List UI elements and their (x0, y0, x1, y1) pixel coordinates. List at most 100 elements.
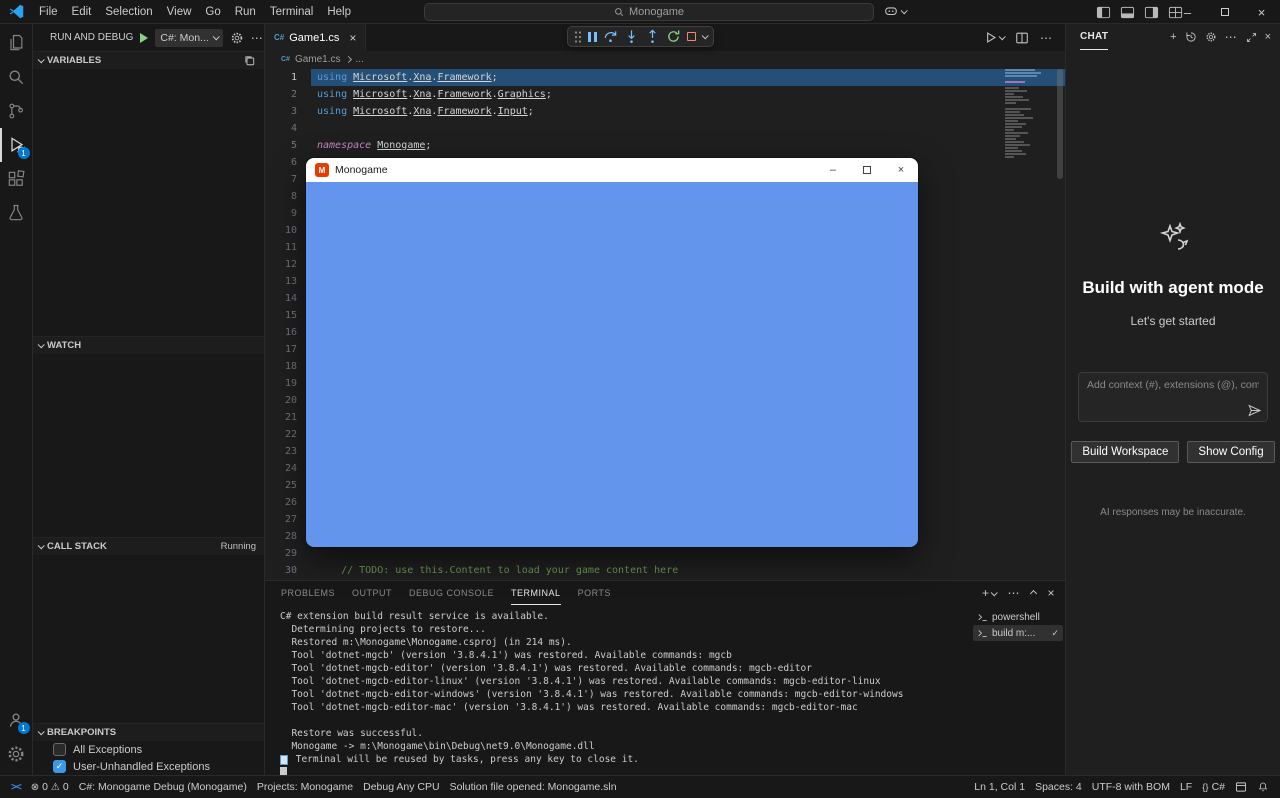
line-number[interactable]: 2 (265, 86, 297, 103)
activity-testing[interactable] (0, 196, 33, 230)
indentation-status[interactable]: Spaces: 4 (1030, 781, 1087, 793)
line-number[interactable]: 30 (265, 562, 297, 579)
run-file-button[interactable] (984, 31, 1004, 44)
more-actions-icon[interactable]: ⋯ (251, 31, 264, 45)
settings-button[interactable] (0, 737, 33, 771)
breakpoints-section-header[interactable]: BREAKPOINTS (33, 723, 264, 741)
close-tab-icon[interactable]: × (349, 31, 356, 45)
call-stack-body[interactable] (33, 555, 264, 723)
debug-config-dropdown[interactable]: C#: Mon... (155, 29, 222, 47)
code-line[interactable]: // TODO: use this.Content to load your g… (311, 562, 1065, 579)
line-number[interactable]: 13 (265, 273, 297, 290)
line-number[interactable]: 11 (265, 239, 297, 256)
line-number[interactable]: 3 (265, 103, 297, 120)
watch-section-header[interactable]: WATCH (33, 336, 264, 354)
activity-run-debug[interactable]: 1 (0, 128, 33, 162)
close-button[interactable]: × (1243, 0, 1280, 24)
gutter[interactable]: 1234567891011121314151617181920212223242… (265, 67, 311, 580)
menu-selection[interactable]: Selection (98, 0, 159, 24)
call-stack-section-header[interactable]: CALL STACK Running (33, 537, 264, 555)
code-line[interactable]: namespace Monogame; (311, 137, 1065, 154)
chat-input[interactable]: Add context (#), extensions (@), command (1078, 372, 1268, 422)
maximize-panel-icon[interactable] (1030, 589, 1037, 596)
breakpoint-checkbox[interactable]: ✓ (53, 760, 66, 773)
line-number[interactable]: 25 (265, 477, 297, 494)
send-icon[interactable] (1248, 404, 1261, 417)
line-number[interactable]: 20 (265, 392, 297, 409)
menu-file[interactable]: File (32, 0, 65, 24)
game-close-button[interactable]: × (884, 158, 918, 182)
line-number[interactable]: 1 (265, 69, 297, 86)
line-number[interactable]: 21 (265, 409, 297, 426)
activity-extensions[interactable] (0, 162, 33, 196)
debug-target-status[interactable]: C#: Monogame Debug (Monogame) (74, 781, 252, 793)
line-number[interactable]: 22 (265, 426, 297, 443)
notifications-bell-icon[interactable] (1252, 781, 1274, 793)
minimap[interactable] (1005, 69, 1053, 159)
start-debug-button[interactable] (140, 33, 148, 43)
terminal-process-item[interactable]: powershell (973, 609, 1063, 625)
menu-terminal[interactable]: Terminal (263, 0, 320, 24)
line-number[interactable]: 12 (265, 256, 297, 273)
solution-status[interactable]: Solution file opened: Monogame.sln (445, 781, 622, 793)
line-number[interactable]: 7 (265, 171, 297, 188)
maximize-button[interactable] (1206, 0, 1243, 24)
variables-body[interactable] (33, 69, 264, 336)
monogame-window[interactable]: M Monogame – × (306, 158, 918, 547)
line-number[interactable]: 9 (265, 205, 297, 222)
line-number[interactable]: 19 (265, 375, 297, 392)
misc-status-icon[interactable] (1230, 781, 1252, 793)
stop-button[interactable] (687, 32, 696, 41)
menu-view[interactable]: View (160, 0, 199, 24)
line-number[interactable]: 28 (265, 528, 297, 545)
remote-indicator[interactable]: >< (6, 782, 26, 793)
terminal-output[interactable]: C# extension build result service is ava… (265, 605, 973, 775)
line-number[interactable]: 29 (265, 545, 297, 562)
pause-button[interactable] (588, 32, 597, 42)
problems-status[interactable]: ⊗0 ⚠0 (26, 781, 74, 793)
line-number[interactable]: 27 (265, 511, 297, 528)
expand-icon[interactable] (1246, 32, 1257, 43)
chat-tab[interactable]: CHAT (1080, 24, 1108, 50)
more-actions-icon[interactable]: ⋯ (1007, 586, 1020, 600)
split-editor-icon[interactable] (1015, 31, 1029, 45)
gear-icon[interactable] (1205, 31, 1217, 43)
tab-game1cs[interactable]: C# Game1.cs × (265, 24, 366, 51)
minimize-button[interactable]: – (1169, 0, 1206, 24)
build-workspace-button[interactable]: Build Workspace (1071, 441, 1179, 463)
panel-tab-debug-console[interactable]: DEBUG CONSOLE (409, 581, 494, 605)
code-line[interactable]: using Microsoft.Xna.Framework; (311, 69, 1065, 86)
activity-source-control[interactable] (0, 94, 33, 128)
menu-go[interactable]: Go (198, 0, 227, 24)
eol-status[interactable]: LF (1175, 781, 1197, 793)
line-number[interactable]: 15 (265, 307, 297, 324)
line-number[interactable]: 4 (265, 120, 297, 137)
code-line[interactable] (311, 120, 1065, 137)
line-number[interactable]: 18 (265, 358, 297, 375)
panel-tab-ports[interactable]: PORTS (578, 581, 611, 605)
more-actions-icon[interactable]: ⋯ (1040, 31, 1053, 45)
line-number[interactable]: 6 (265, 154, 297, 171)
code-line[interactable]: using Microsoft.Xna.Framework.Graphics; (311, 86, 1065, 103)
toggle-primary-sidebar-icon[interactable] (1096, 5, 1111, 20)
cursor-position-status[interactable]: Ln 1, Col 1 (969, 781, 1030, 793)
line-number[interactable]: 26 (265, 494, 297, 511)
line-number[interactable]: 23 (265, 443, 297, 460)
code-line[interactable] (311, 545, 1065, 562)
new-terminal-button[interactable]: + (982, 586, 997, 600)
menu-help[interactable]: Help (320, 0, 358, 24)
new-chat-icon[interactable]: + (1170, 31, 1176, 43)
step-over-icon[interactable] (603, 29, 618, 44)
debug-settings-gear-icon[interactable] (230, 31, 244, 45)
line-number[interactable]: 24 (265, 460, 297, 477)
line-number[interactable]: 5 (265, 137, 297, 154)
command-center-search[interactable]: Monogame (424, 3, 874, 21)
close-panel-icon[interactable]: × (1047, 586, 1055, 600)
collapse-all-icon[interactable] (244, 55, 256, 67)
code-line[interactable]: using Microsoft.Xna.Framework.Input; (311, 103, 1065, 120)
breakpoint-item[interactable]: ✓User-Unhandled Exceptions (33, 758, 264, 775)
game-client-area[interactable] (306, 182, 918, 547)
activity-explorer[interactable] (0, 26, 33, 60)
game-maximize-button[interactable] (850, 158, 884, 182)
step-into-icon[interactable] (624, 29, 639, 44)
